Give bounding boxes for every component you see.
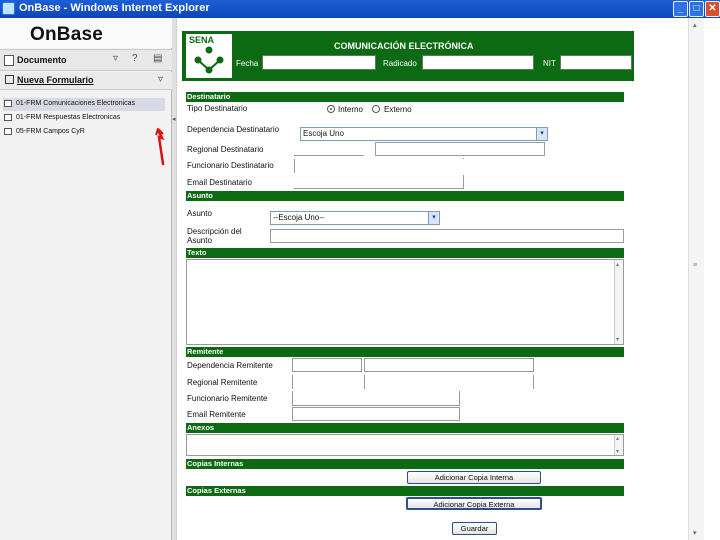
scroll-down-icon[interactable]: ▾ <box>616 336 619 343</box>
descripcion-asunto-label-line2: Asunto <box>187 236 212 245</box>
field-divider <box>364 375 365 389</box>
section-texto: Texto <box>186 248 624 258</box>
page-scrollbar[interactable]: ▴ ≡ ▾ <box>688 18 704 540</box>
documento-label[interactable]: Documento <box>17 55 67 65</box>
list-item[interactable]: 05-FRM Campos CyR <box>3 126 165 139</box>
adicionar-copia-externa-button[interactable]: Adicionar Copia Externa <box>406 497 542 510</box>
dependencia-remitente-field[interactable] <box>364 358 534 372</box>
sena-logo-text: SENA <box>189 35 215 45</box>
scroll-up-icon[interactable]: ▴ <box>693 21 697 29</box>
funcionario-remitente-field[interactable] <box>292 391 460 406</box>
descripcion-asunto-label: Descripción del <box>187 227 242 236</box>
document-icon <box>4 55 14 66</box>
window-titlebar: OnBase - Windows Internet Explorer _ □ ✕ <box>0 0 720 18</box>
section-copias-internas: Copias Internas <box>186 459 624 469</box>
list-item[interactable]: 01-FRM Respuestas Electronicas <box>3 112 165 125</box>
left-pane: OnBase Documento ▿ ? ▤ Nueva Formulario … <box>0 18 172 540</box>
section-destinatario: Destinatario <box>186 92 624 102</box>
fecha-label: Fecha <box>236 59 259 68</box>
chevron-down-icon[interactable]: ▿ <box>158 74 163 85</box>
chevron-down-icon[interactable]: ▾ <box>536 128 547 140</box>
list-item-label[interactable]: 01-FRM Respuestas Electronicas <box>16 114 120 121</box>
email-remitente-label: Email Remitente <box>187 410 246 419</box>
form-icon <box>4 100 12 107</box>
nuevo-formulario-label[interactable]: Nueva Formulario <box>17 75 94 85</box>
funcionario-destinatario-label: Funcionario Destinatario <box>187 161 274 170</box>
regional-remitente-label: Regional Remitente <box>187 378 258 387</box>
window-controls: _ □ ✕ <box>673 0 720 18</box>
regional-destinatario-field[interactable] <box>375 142 545 156</box>
page-icon[interactable]: ▤ <box>153 53 162 64</box>
asunto-select[interactable]: --Escoja Uno-- ▾ <box>270 211 440 225</box>
dependencia-remitente-label: Dependencia Remitente <box>187 361 273 370</box>
filter-icon[interactable]: ▿ <box>113 53 118 64</box>
section-anexos: Anexos <box>186 423 624 433</box>
scroll-up-icon[interactable]: ▴ <box>616 435 619 442</box>
descripcion-asunto-field[interactable] <box>270 229 624 243</box>
minimize-button[interactable]: _ <box>673 1 688 17</box>
help-icon[interactable]: ? <box>132 53 138 64</box>
list-item-label[interactable]: 01-FRM Comunicaciones Electronicas <box>16 100 135 107</box>
scroll-up-icon[interactable]: ▴ <box>616 261 619 268</box>
fecha-field[interactable] <box>262 55 376 70</box>
guardar-button[interactable]: Guardar <box>452 522 497 535</box>
scroll-down-icon[interactable]: ▾ <box>616 448 619 455</box>
onbase-logo: OnBase <box>30 24 104 45</box>
splitter-grip-icon[interactable]: ◂ <box>172 115 176 123</box>
adicionar-copia-interna-button[interactable]: Adicionar Copia Interna <box>407 471 541 484</box>
email-destinatario-field[interactable] <box>294 175 464 189</box>
scroll-down-icon[interactable]: ▾ <box>693 529 697 537</box>
asunto-value: --Escoja Uno-- <box>273 213 325 222</box>
logo-area: OnBase <box>0 18 172 48</box>
close-button[interactable]: ✕ <box>705 1 720 17</box>
nit-label: NIT <box>543 59 556 68</box>
form-icon <box>5 75 14 84</box>
section-copias-externas: Copias Externas <box>186 486 624 496</box>
sena-logo-mark-icon <box>194 46 224 74</box>
field-divider <box>292 375 293 389</box>
tipo-destinatario-label: Tipo Destinatario <box>187 104 248 113</box>
internet-explorer-icon <box>2 2 15 15</box>
externo-label[interactable]: Externo <box>384 105 412 114</box>
regional-destinatario-label: Regional Destinatario <box>187 145 264 154</box>
asunto-label: Asunto <box>187 209 212 218</box>
email-remitente-field[interactable] <box>292 407 460 421</box>
anexos-field[interactable]: ▴ ▾ <box>186 434 624 456</box>
documento-menu[interactable]: Documento ▿ ? ▤ <box>0 49 172 71</box>
texto-scrollbar[interactable]: ▴ ▾ <box>614 260 623 344</box>
section-asunto: Asunto <box>186 191 624 201</box>
field-divider <box>533 375 534 389</box>
dependencia-destinatario-select[interactable]: Escoja Uno ▾ <box>300 127 548 141</box>
form-title: COMUNICACIÓN ELECTRÓNICA <box>334 41 474 51</box>
annotation-arrow-icon <box>155 128 165 166</box>
funcionario-destinatario-field[interactable] <box>294 159 464 173</box>
form-icon <box>4 114 12 121</box>
list-item-label[interactable]: 05-FRM Campos CyR <box>16 128 85 135</box>
section-remitente: Remitente <box>186 347 624 357</box>
scrollbar-grip-icon[interactable]: ≡ <box>693 262 697 269</box>
email-destinatario-label: Email Destinatario <box>187 178 252 187</box>
radicado-field[interactable] <box>422 55 534 70</box>
chevron-down-icon[interactable]: ▾ <box>428 212 439 224</box>
texto-textarea[interactable]: ▴ ▾ <box>186 259 624 345</box>
dependencia-destinatario-label: Dependencia Destinatario <box>187 125 280 134</box>
externo-radio[interactable] <box>372 105 380 113</box>
list-item[interactable]: 01-FRM Comunicaciones Electronicas <box>3 98 165 111</box>
interno-radio[interactable] <box>327 105 335 113</box>
form-icon <box>4 128 12 135</box>
regional-destinatario-code-field[interactable] <box>294 142 364 156</box>
interno-label[interactable]: Interno <box>338 105 363 114</box>
nuevo-formulario-header[interactable]: Nueva Formulario ▿ <box>0 72 172 90</box>
dependencia-remitente-code-field[interactable] <box>292 358 362 372</box>
window-title: OnBase - Windows Internet Explorer <box>19 2 210 14</box>
screen: OnBase - Windows Internet Explorer _ □ ✕… <box>0 0 720 540</box>
restore-button[interactable]: □ <box>689 1 704 17</box>
nit-field[interactable] <box>560 55 632 70</box>
funcionario-remitente-label: Funcionario Remitente <box>187 394 268 403</box>
radicado-label: Radicado <box>383 59 417 68</box>
window-right-edge <box>704 18 720 540</box>
anexos-scrollbar[interactable]: ▴ ▾ <box>614 435 623 455</box>
dependencia-destinatario-value: Escoja Uno <box>303 129 344 138</box>
